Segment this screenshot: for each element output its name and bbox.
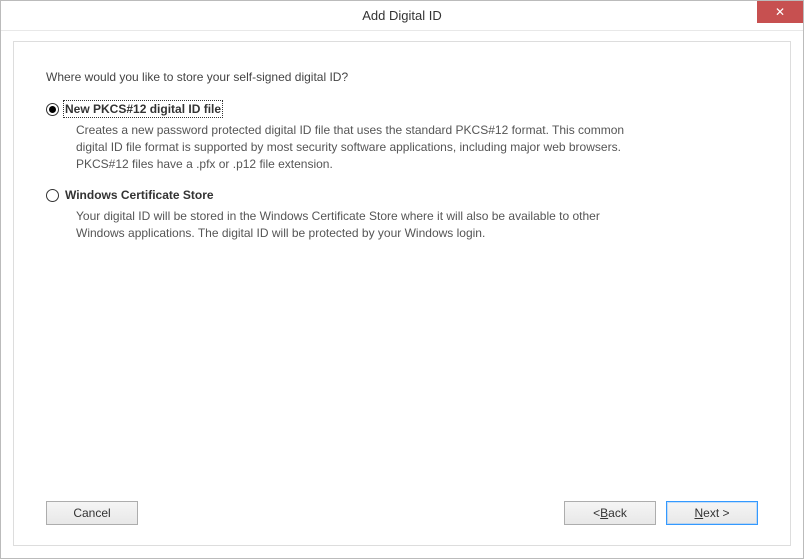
radio-wincert[interactable] (46, 189, 59, 202)
back-prefix: < (593, 506, 600, 520)
content-area: Where would you like to store your self-… (1, 31, 803, 558)
radio-row-pkcs12: New PKCS#12 digital ID file (46, 102, 758, 116)
inner-panel: Where would you like to store your self-… (13, 41, 791, 546)
back-button[interactable]: < Back (564, 501, 656, 525)
next-button[interactable]: Next > (666, 501, 758, 525)
close-button[interactable]: ✕ (757, 1, 803, 23)
dialog-window: Add Digital ID ✕ Where would you like to… (0, 0, 804, 559)
desc-pkcs12: Creates a new password protected digital… (76, 122, 636, 172)
next-mnemonic: N (694, 506, 703, 520)
close-icon: ✕ (775, 6, 785, 18)
titlebar: Add Digital ID ✕ (1, 1, 803, 31)
desc-wincert: Your digital ID will be stored in the Wi… (76, 208, 636, 242)
next-rest: ext > (703, 506, 729, 520)
prompt-text: Where would you like to store your self-… (46, 70, 758, 84)
option-wincert: Windows Certificate Store Your digital I… (46, 188, 758, 242)
back-mnemonic: B (600, 506, 608, 520)
option-pkcs12: New PKCS#12 digital ID file Creates a ne… (46, 102, 758, 172)
cancel-button[interactable]: Cancel (46, 501, 138, 525)
radio-label-pkcs12[interactable]: New PKCS#12 digital ID file (65, 102, 221, 116)
content-spacer (46, 258, 758, 487)
window-title: Add Digital ID (1, 8, 803, 23)
button-row: Cancel < Back Next > (46, 487, 758, 525)
radio-label-wincert[interactable]: Windows Certificate Store (65, 188, 214, 202)
back-rest: ack (608, 506, 627, 520)
radio-row-wincert: Windows Certificate Store (46, 188, 758, 202)
radio-pkcs12[interactable] (46, 103, 59, 116)
